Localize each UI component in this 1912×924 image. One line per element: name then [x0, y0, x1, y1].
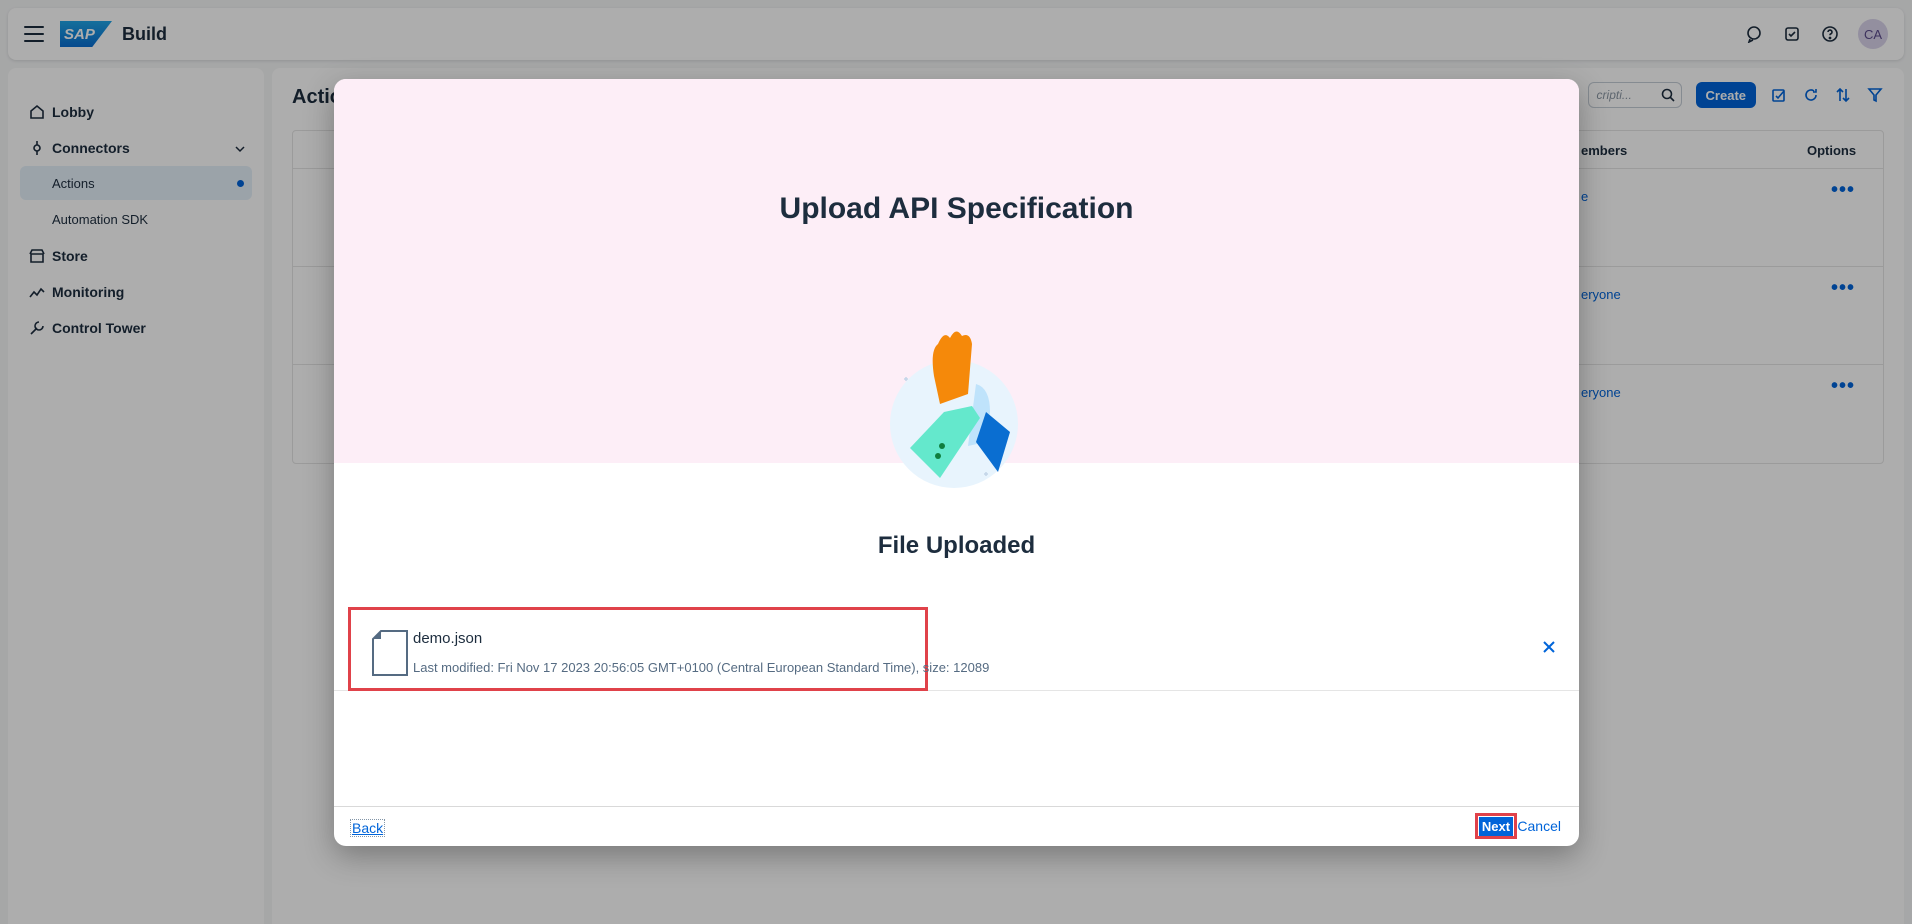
- remove-file-icon[interactable]: [1541, 639, 1557, 655]
- file-name: demo.json: [413, 630, 483, 647]
- high-five-illustration: [890, 331, 1018, 488]
- uploaded-file-item: demo.json Last modified: Fri Nov 17 2023…: [334, 607, 1579, 691]
- next-button-label: Next: [1478, 816, 1514, 836]
- file-metadata: Last modified: Fri Nov 17 2023 20:56:05 …: [413, 660, 990, 675]
- upload-dialog: Upload API Specification File Uploaded d…: [334, 79, 1579, 846]
- next-button[interactable]: Next: [1475, 813, 1517, 839]
- dialog-title: Upload API Specification: [779, 192, 1134, 225]
- cancel-button[interactable]: Cancel: [1517, 818, 1561, 834]
- file-highlight: demo.json Last modified: Fri Nov 17 2023…: [348, 607, 989, 691]
- document-icon: [372, 630, 408, 676]
- back-button[interactable]: Back: [350, 819, 386, 837]
- dialog-footer: Back Next Cancel: [334, 806, 1579, 846]
- uploaded-title: File Uploaded: [877, 532, 1036, 559]
